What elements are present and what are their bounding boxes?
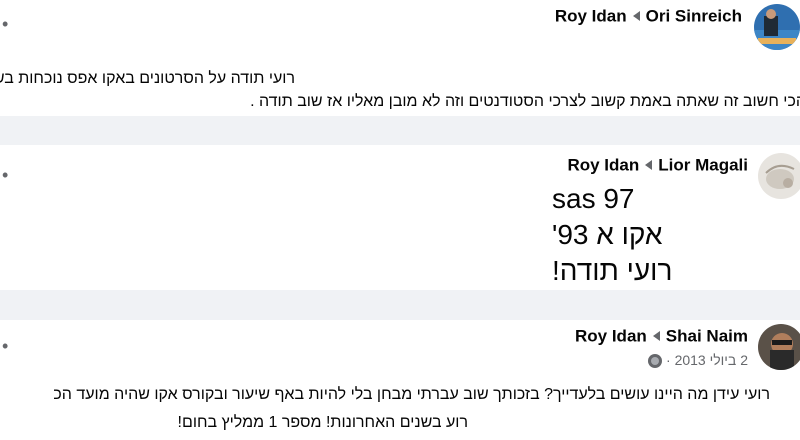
post-text-line: 97 sas [552,183,635,214]
post-card: • Roy Idan Ori Sinreich רועי תודה על הסרט… [0,0,800,116]
divider [0,290,800,320]
post-options-dot[interactable]: • [2,14,8,35]
post-text-line: אקו א 93' [552,219,663,250]
arrow-icon [645,160,653,171]
post-options-dot[interactable]: • [2,165,8,186]
post-header: Roy Idan Shai Naim [575,326,748,347]
post-header: Roy Idan Lior Magali [567,155,748,176]
author-name[interactable]: Roy Idan [567,156,639,175]
author-name[interactable]: Roy Idan [555,7,627,26]
arrow-icon [632,11,640,22]
divider [0,116,800,145]
avatar[interactable] [754,4,800,50]
post-text-line: רועי תודה על הסרטונים באקו אפס נוכחות בש… [0,70,295,87]
recipient-name[interactable]: Shai Naim [666,327,748,346]
post-text-line: רוע בשנים האחרונות! מספר 1 ממליץ בחום! [177,414,468,431]
post-date[interactable]: 2 ביולי 2013 [675,352,748,368]
recipient-name[interactable]: Lior Magali [658,156,748,175]
avatar[interactable] [758,153,800,199]
post-text-line: רועי עידן מה היינו עושים בלעדייך? בזכותך… [53,386,770,403]
recipient-name[interactable]: Ori Sinreich [646,7,742,26]
post-text-line: רועי תודה! [552,255,673,286]
post-card: • Roy Idan Lior Magali 97 sas אקו א 93' ר… [0,145,800,290]
post-text-line: הכי חשוב זה שאתה באמת קשוב לצרכי הסטודנט… [250,93,800,110]
author-name[interactable]: Roy Idan [575,327,647,346]
globe-icon [648,354,663,369]
meta-separator: · [666,352,671,368]
post-meta: 2 ביולי 2013 · [644,352,748,369]
post-header: Roy Idan Ori Sinreich [555,6,742,27]
avatar[interactable] [758,324,800,370]
post-card: • Roy Idan Shai Naim 2 ביולי 2013 · רועי … [0,320,800,440]
arrow-icon [652,331,660,342]
post-options-dot[interactable]: • [2,336,8,357]
